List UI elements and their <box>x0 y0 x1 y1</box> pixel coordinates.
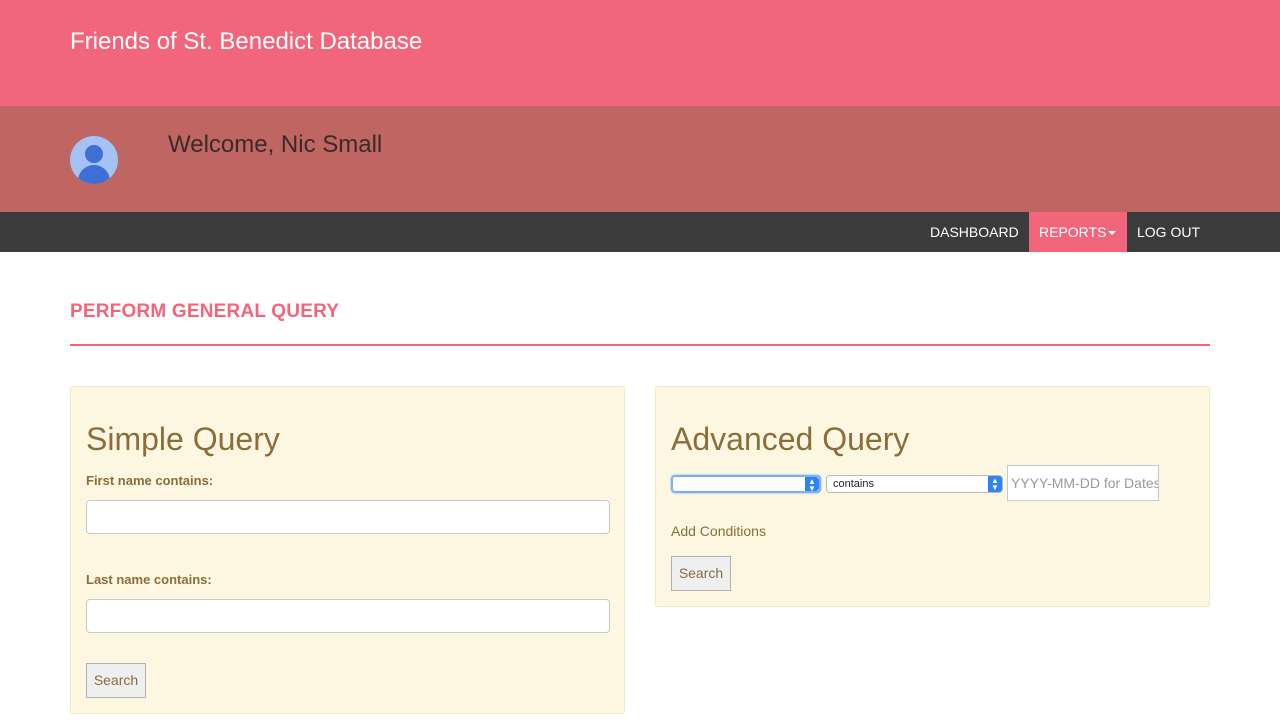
simple-query-panel: Simple Query First name contains: Last n… <box>70 386 625 714</box>
advanced-search-button[interactable]: Search <box>671 556 731 591</box>
avatar-body <box>78 165 110 184</box>
first-name-label: First name contains: <box>86 473 214 488</box>
caret-down-icon <box>1108 231 1117 236</box>
main-navbar: DASHBOARD REPORTS LOG OUT <box>0 212 1280 252</box>
nav-reports[interactable]: REPORTS <box>1029 212 1127 252</box>
operator-select[interactable]: contains ▲ ▼ <box>826 475 1003 493</box>
simple-query-title: Simple Query <box>86 421 280 457</box>
last-name-label: Last name contains: <box>86 572 212 587</box>
last-name-input[interactable] <box>86 599 610 633</box>
condition-value-input[interactable]: YYYY-MM-DD for Dates <box>1007 465 1159 501</box>
simple-search-button[interactable]: Search <box>86 663 146 698</box>
brand-header: Friends of St. Benedict Database <box>0 0 1280 106</box>
add-conditions-link[interactable]: Add Conditions <box>671 523 766 539</box>
page-title: PERFORM GENERAL QUERY <box>70 301 340 322</box>
operator-select-value: contains <box>833 478 874 490</box>
select-arrows-icon: ▲ ▼ <box>988 476 1002 492</box>
field-select[interactable]: ▲ ▼ <box>671 475 821 493</box>
nav-logout[interactable]: LOG OUT <box>1127 212 1210 252</box>
advanced-query-panel: Advanced Query ▲ ▼ contains ▲ ▼ YYYY-MM-DD… <box>655 386 1210 607</box>
title-divider <box>70 344 1210 346</box>
welcome-message: Welcome, Nic Small <box>168 131 383 158</box>
avatar-head <box>85 145 103 163</box>
user-avatar-icon <box>70 136 118 184</box>
first-name-input[interactable] <box>86 500 610 534</box>
select-arrows-icon: ▲ ▼ <box>805 477 819 493</box>
nav-dashboard[interactable]: DASHBOARD <box>920 212 1029 252</box>
advanced-query-title: Advanced Query <box>671 421 910 457</box>
welcome-bar <box>0 106 1280 212</box>
app-title: Friends of St. Benedict Database <box>70 28 423 55</box>
nav-reports-label: REPORTS <box>1039 224 1107 240</box>
